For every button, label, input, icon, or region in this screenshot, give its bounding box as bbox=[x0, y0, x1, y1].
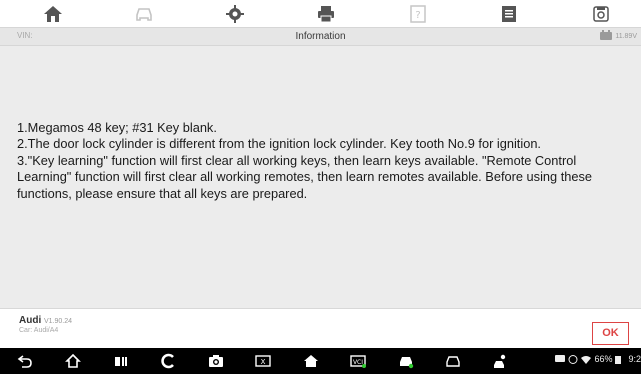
clock: 9:2 bbox=[628, 354, 641, 364]
car-battery-icon bbox=[600, 30, 613, 40]
save-icon[interactable] bbox=[590, 3, 612, 25]
message-line: 2.The door lock cylinder is different fr… bbox=[17, 136, 541, 152]
vehicle-brand: Audi V1.90.24 bbox=[19, 315, 72, 326]
message-line: 1.Megamos 48 key; #31 Key blank. bbox=[17, 120, 217, 135]
globe-icon bbox=[568, 354, 578, 364]
ok-button[interactable]: OK bbox=[592, 322, 629, 345]
vci-icon[interactable]: VCI bbox=[349, 353, 367, 369]
home-shortcut-icon[interactable] bbox=[302, 353, 320, 369]
brand-name: Audi bbox=[19, 315, 42, 326]
car-shortcut-icon[interactable] bbox=[444, 353, 462, 369]
system-nav-bar: X VCI 66% 9:2 bbox=[0, 348, 641, 374]
app-window: ? VIN: Information 11.89V 1.Megamos 48 k… bbox=[0, 0, 641, 374]
status-bar: 66% 9:2 bbox=[555, 354, 641, 364]
battery-voltage: 11.89V bbox=[615, 32, 637, 40]
information-message: 1.Megamos 48 key; #31 Key blank. 2.The d… bbox=[17, 120, 629, 202]
software-version: V1.90.24 bbox=[44, 318, 73, 325]
footer-bar: Audi V1.90.24 Car: Audi/A4 OK bbox=[0, 308, 641, 348]
back-icon[interactable] bbox=[16, 353, 34, 369]
gear-icon[interactable] bbox=[224, 3, 246, 25]
wifi-icon bbox=[581, 355, 592, 364]
battery-icon bbox=[615, 355, 625, 364]
content-area: 1.Megamos 48 key; #31 Key blank. 2.The d… bbox=[0, 46, 641, 308]
svg-text:X: X bbox=[261, 358, 266, 366]
title-bar: VIN: Information 11.89V bbox=[0, 27, 641, 46]
chat-icon bbox=[555, 354, 566, 364]
camera-icon[interactable] bbox=[207, 353, 225, 369]
home-icon[interactable] bbox=[42, 3, 64, 25]
diagnostic-shortcut-icon[interactable]: X bbox=[254, 353, 272, 369]
home-nav-icon[interactable] bbox=[64, 353, 82, 369]
browser-icon[interactable] bbox=[160, 353, 178, 369]
svg-text:VCI: VCI bbox=[353, 359, 363, 366]
top-toolbar: ? bbox=[0, 0, 641, 27]
car-model: Car: Audi/A4 bbox=[19, 327, 59, 334]
car-check-icon[interactable] bbox=[397, 353, 415, 369]
page-title: Information bbox=[295, 31, 346, 42]
car-icon[interactable] bbox=[133, 3, 155, 25]
log-icon[interactable] bbox=[498, 3, 520, 25]
battery-status: 11.89V bbox=[600, 30, 637, 40]
battery-percent: 66% bbox=[594, 354, 613, 364]
recent-apps-icon[interactable] bbox=[112, 353, 130, 369]
help-icon[interactable]: ? bbox=[407, 3, 429, 25]
printer-icon[interactable] bbox=[315, 3, 337, 25]
message-line: 3."Key learning" function will first cle… bbox=[17, 152, 593, 201]
svg-text:?: ? bbox=[415, 10, 420, 21]
user-car-icon[interactable] bbox=[492, 353, 510, 369]
